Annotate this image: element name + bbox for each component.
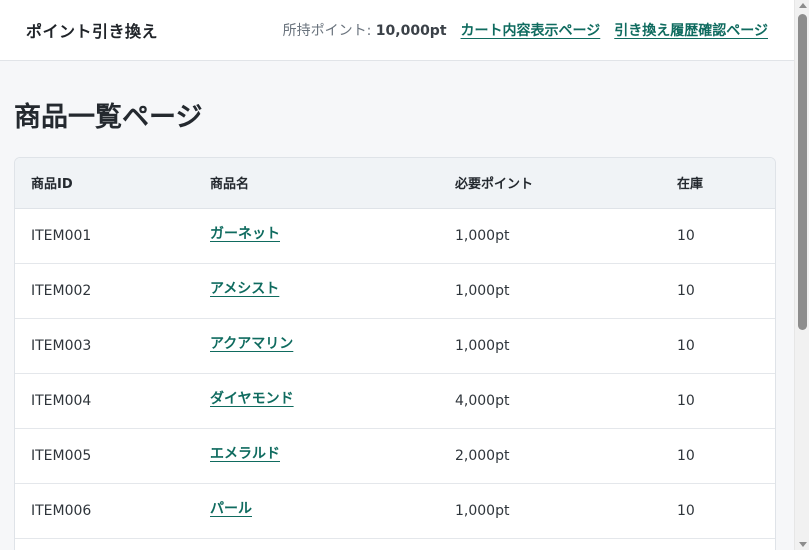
table-row: ITEM003 アクアマリン 1,000pt 10 bbox=[15, 318, 775, 373]
item-id: ITEM006 bbox=[31, 502, 92, 519]
scroll-down-arrow-icon[interactable] bbox=[799, 542, 807, 547]
item-stock: 10 bbox=[677, 502, 695, 519]
app-title: ポイント引き換え bbox=[26, 22, 159, 41]
item-points: 1,000pt bbox=[455, 337, 510, 354]
item-name-link[interactable]: アメシスト bbox=[210, 281, 279, 297]
points-label: 所持ポイント: bbox=[282, 23, 372, 39]
table-row: ITEM001 ガーネット 1,000pt 10 bbox=[15, 208, 775, 263]
item-name-link[interactable]: パール bbox=[210, 501, 252, 517]
history-page-link[interactable]: 引き換え履歴確認ページ bbox=[614, 20, 768, 40]
item-points: 1,000pt bbox=[455, 502, 510, 519]
item-id: ITEM002 bbox=[31, 282, 92, 299]
item-name-link[interactable]: ダイヤモンド bbox=[210, 391, 294, 407]
item-points: 1,000pt bbox=[455, 282, 510, 299]
table-row: ITEM002 アメシスト 1,000pt 10 bbox=[15, 263, 775, 318]
points-value: 10,000pt bbox=[375, 23, 447, 39]
item-id: ITEM001 bbox=[31, 227, 92, 244]
item-points: 4,000pt bbox=[455, 392, 510, 409]
item-name-link[interactable]: ガーネット bbox=[210, 226, 280, 242]
item-points: 1,000pt bbox=[455, 227, 510, 244]
item-stock: 10 bbox=[677, 447, 695, 464]
top-nav: 所持ポイント: 10,000pt カート内容表示ページ 引き換え履歴確認ページ bbox=[283, 20, 768, 40]
table-row: ITEM005 エメラルド 2,000pt 10 bbox=[15, 428, 775, 483]
item-id: ITEM005 bbox=[31, 447, 92, 464]
scrollbar-thumb[interactable] bbox=[798, 14, 807, 330]
product-table: 商品ID 商品名 必要ポイント 在庫 ITEM001 ガーネット 1,000pt… bbox=[15, 158, 775, 539]
column-header-id: 商品ID bbox=[15, 158, 194, 209]
item-name-link[interactable]: エメラルド bbox=[210, 446, 280, 462]
table-header-row: 商品ID 商品名 必要ポイント 在庫 bbox=[15, 158, 775, 209]
page-title: 商品一覧ページ bbox=[14, 102, 203, 133]
scroll-up-arrow-icon[interactable] bbox=[799, 3, 807, 8]
item-stock: 10 bbox=[677, 282, 695, 299]
column-header-name: 商品名 bbox=[194, 158, 439, 209]
product-table-card: 商品ID 商品名 必要ポイント 在庫 ITEM001 ガーネット 1,000pt… bbox=[14, 157, 776, 550]
top-bar: ポイント引き換え 所持ポイント: 10,000pt カート内容表示ページ 引き換… bbox=[0, 0, 794, 61]
item-stock: 10 bbox=[677, 392, 695, 409]
item-points: 2,000pt bbox=[455, 447, 510, 464]
item-name-link[interactable]: アクアマリン bbox=[210, 336, 293, 352]
vertical-scrollbar[interactable] bbox=[794, 0, 809, 550]
item-id: ITEM004 bbox=[31, 392, 92, 409]
item-stock: 10 bbox=[677, 337, 695, 354]
cart-page-link[interactable]: カート内容表示ページ bbox=[461, 20, 601, 40]
column-header-points: 必要ポイント bbox=[439, 158, 661, 209]
column-header-stock: 在庫 bbox=[661, 158, 775, 209]
points-balance: 所持ポイント: 10,000pt bbox=[283, 20, 447, 40]
item-id: ITEM003 bbox=[31, 337, 92, 354]
item-stock: 10 bbox=[677, 227, 695, 244]
table-row: ITEM004 ダイヤモンド 4,000pt 10 bbox=[15, 373, 775, 428]
table-row: ITEM006 パール 1,000pt 10 bbox=[15, 483, 775, 538]
